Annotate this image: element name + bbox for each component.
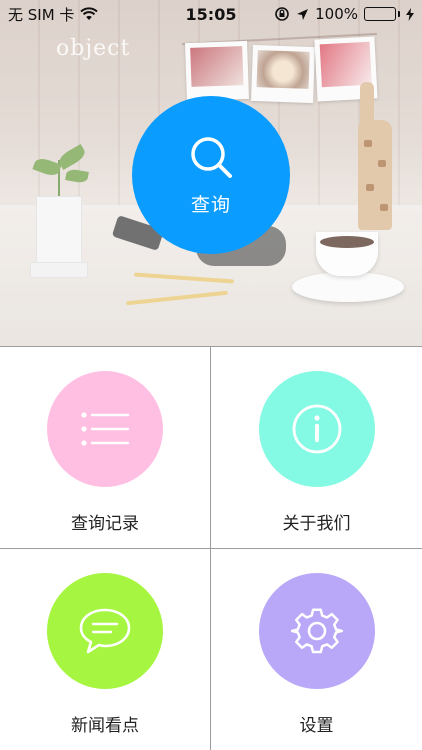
menu-item-query-history[interactable]: 查询记录 bbox=[0, 347, 211, 549]
menu-item-label: 新闻看点 bbox=[71, 716, 139, 736]
battery-body bbox=[364, 7, 396, 21]
menu-item-icon-circle bbox=[47, 371, 163, 487]
menu-item-label: 查询记录 bbox=[71, 514, 139, 534]
battery-percent: 100% bbox=[315, 5, 358, 23]
menu-grid: 查询记录 关于我们 新闻看点 设置 bbox=[0, 346, 422, 750]
menu-item-label: 设置 bbox=[299, 716, 334, 736]
wifi-icon bbox=[80, 7, 99, 20]
carrier-label: 无 SIM 卡 bbox=[8, 5, 75, 24]
status-left: 无 SIM 卡 bbox=[8, 4, 99, 25]
menu-item-about-us[interactable]: 关于我们 bbox=[211, 347, 422, 549]
status-bar: 无 SIM 卡 15:05 100% bbox=[0, 0, 422, 28]
gear-icon bbox=[290, 608, 343, 654]
menu-item-icon-circle bbox=[258, 371, 375, 487]
menu-item-news[interactable]: 新闻看点 bbox=[0, 549, 211, 750]
battery-tip bbox=[398, 11, 400, 17]
info-icon bbox=[292, 404, 341, 454]
search-button[interactable]: 查询 bbox=[132, 96, 290, 254]
location-arrow-icon bbox=[297, 8, 309, 20]
search-button-label: 查询 bbox=[190, 193, 231, 216]
orientation-lock-icon bbox=[275, 7, 289, 21]
charging-bolt-icon bbox=[406, 7, 414, 21]
menu-item-icon-circle bbox=[47, 573, 163, 689]
menu-item-settings[interactable]: 设置 bbox=[211, 549, 422, 750]
battery-icon bbox=[364, 7, 400, 21]
menu-item-label: 关于我们 bbox=[282, 514, 351, 534]
search-icon bbox=[191, 136, 232, 178]
chat-bubble-icon bbox=[79, 608, 131, 654]
menu-item-icon-circle bbox=[258, 573, 375, 689]
status-right: 100% bbox=[274, 5, 414, 23]
list-icon bbox=[81, 412, 130, 446]
